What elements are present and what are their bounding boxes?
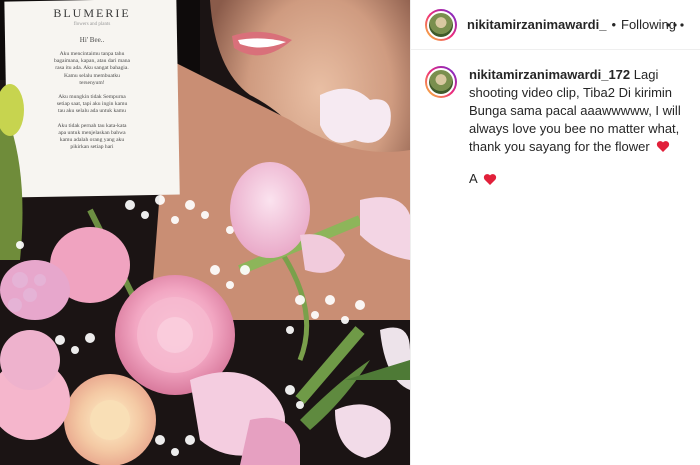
card-line: bagaimana, kapan, atau dari mana <box>53 58 131 65</box>
caption-text-line: always love you bee no matter what, <box>469 121 680 136</box>
author-username[interactable]: nikitamirzanimawardi_ <box>467 17 606 32</box>
card-line: Aku mencintaimu tanpa tahu <box>59 51 125 57</box>
card-paragraph-2: Aku mungkin tidak Sempurna setiap saat, … <box>14 94 170 116</box>
card-paragraph-1: Aku mencintaimu tanpa tahu bagaimana, ka… <box>14 51 170 87</box>
card-brand-subtitle: flowers and plants <box>73 22 111 27</box>
caption-last-line: thank you sayang for the flower <box>469 138 686 156</box>
card-line: Kamu selalu membuatku <box>64 72 120 79</box>
card-line: tau aku selalu ada untuk kamu <box>58 108 126 115</box>
author-avatar[interactable] <box>425 8 457 41</box>
more-options-icon[interactable] <box>664 14 686 36</box>
card-line: tersenyum! <box>79 79 105 86</box>
card-line: Aku tidak pernah tau kata-kata <box>57 122 127 129</box>
caption-avatar[interactable] <box>425 66 457 98</box>
post-header: nikitamirzanimawardi_ • Following <box>411 0 700 50</box>
caption-username[interactable]: nikitamirzanimawardi_172 <box>469 67 630 82</box>
caption-text-line: shooting video clip, Tiba2 Di kirimin <box>469 85 673 100</box>
separator-dot: • <box>611 17 617 32</box>
card-greeting: Hi' Bee.. <box>79 36 105 44</box>
card-line: pikirkan setiap hari <box>70 144 114 151</box>
caption-reply-text: A <box>469 171 478 186</box>
card-line: setiap saat, tapi aku ingin kamu <box>56 101 128 108</box>
post-image[interactable]: BLUMERIE flowers and plants Hi' Bee.. Ak… <box>0 0 410 465</box>
note-card: BLUMERIE flowers and plants Hi' Bee.. Ak… <box>14 6 170 151</box>
card-line: kamu adalah orang yang aku <box>59 137 125 144</box>
caption: nikitamirzanimawardi_172 Lagi shooting v… <box>411 50 700 188</box>
caption-text-line: Lagi <box>633 67 659 82</box>
card-line: rasa itu ada. Aku sangat bahagia. <box>55 65 129 72</box>
card-line: apa untuk menjelaskan bahwa <box>58 129 126 136</box>
caption-text-line: thank you sayang for the flower <box>469 139 650 154</box>
card-line: Aku mungkin tidak Sempurna <box>58 94 126 101</box>
heart-icon <box>483 173 496 185</box>
caption-body: nikitamirzanimawardi_172 Lagi shooting v… <box>469 66 686 188</box>
card-paragraph-3: Aku tidak pernah tau kata-kata apa untuk… <box>14 123 170 152</box>
card-brand: BLUMERIE <box>53 6 131 20</box>
caption-reply-line: A <box>469 170 686 188</box>
heart-icon <box>657 141 670 152</box>
caption-text-line: Bunga sama pacal aaawwwww, I will <box>469 103 681 118</box>
post-sidebar: nikitamirzanimawardi_ • Following nikita… <box>410 0 700 465</box>
